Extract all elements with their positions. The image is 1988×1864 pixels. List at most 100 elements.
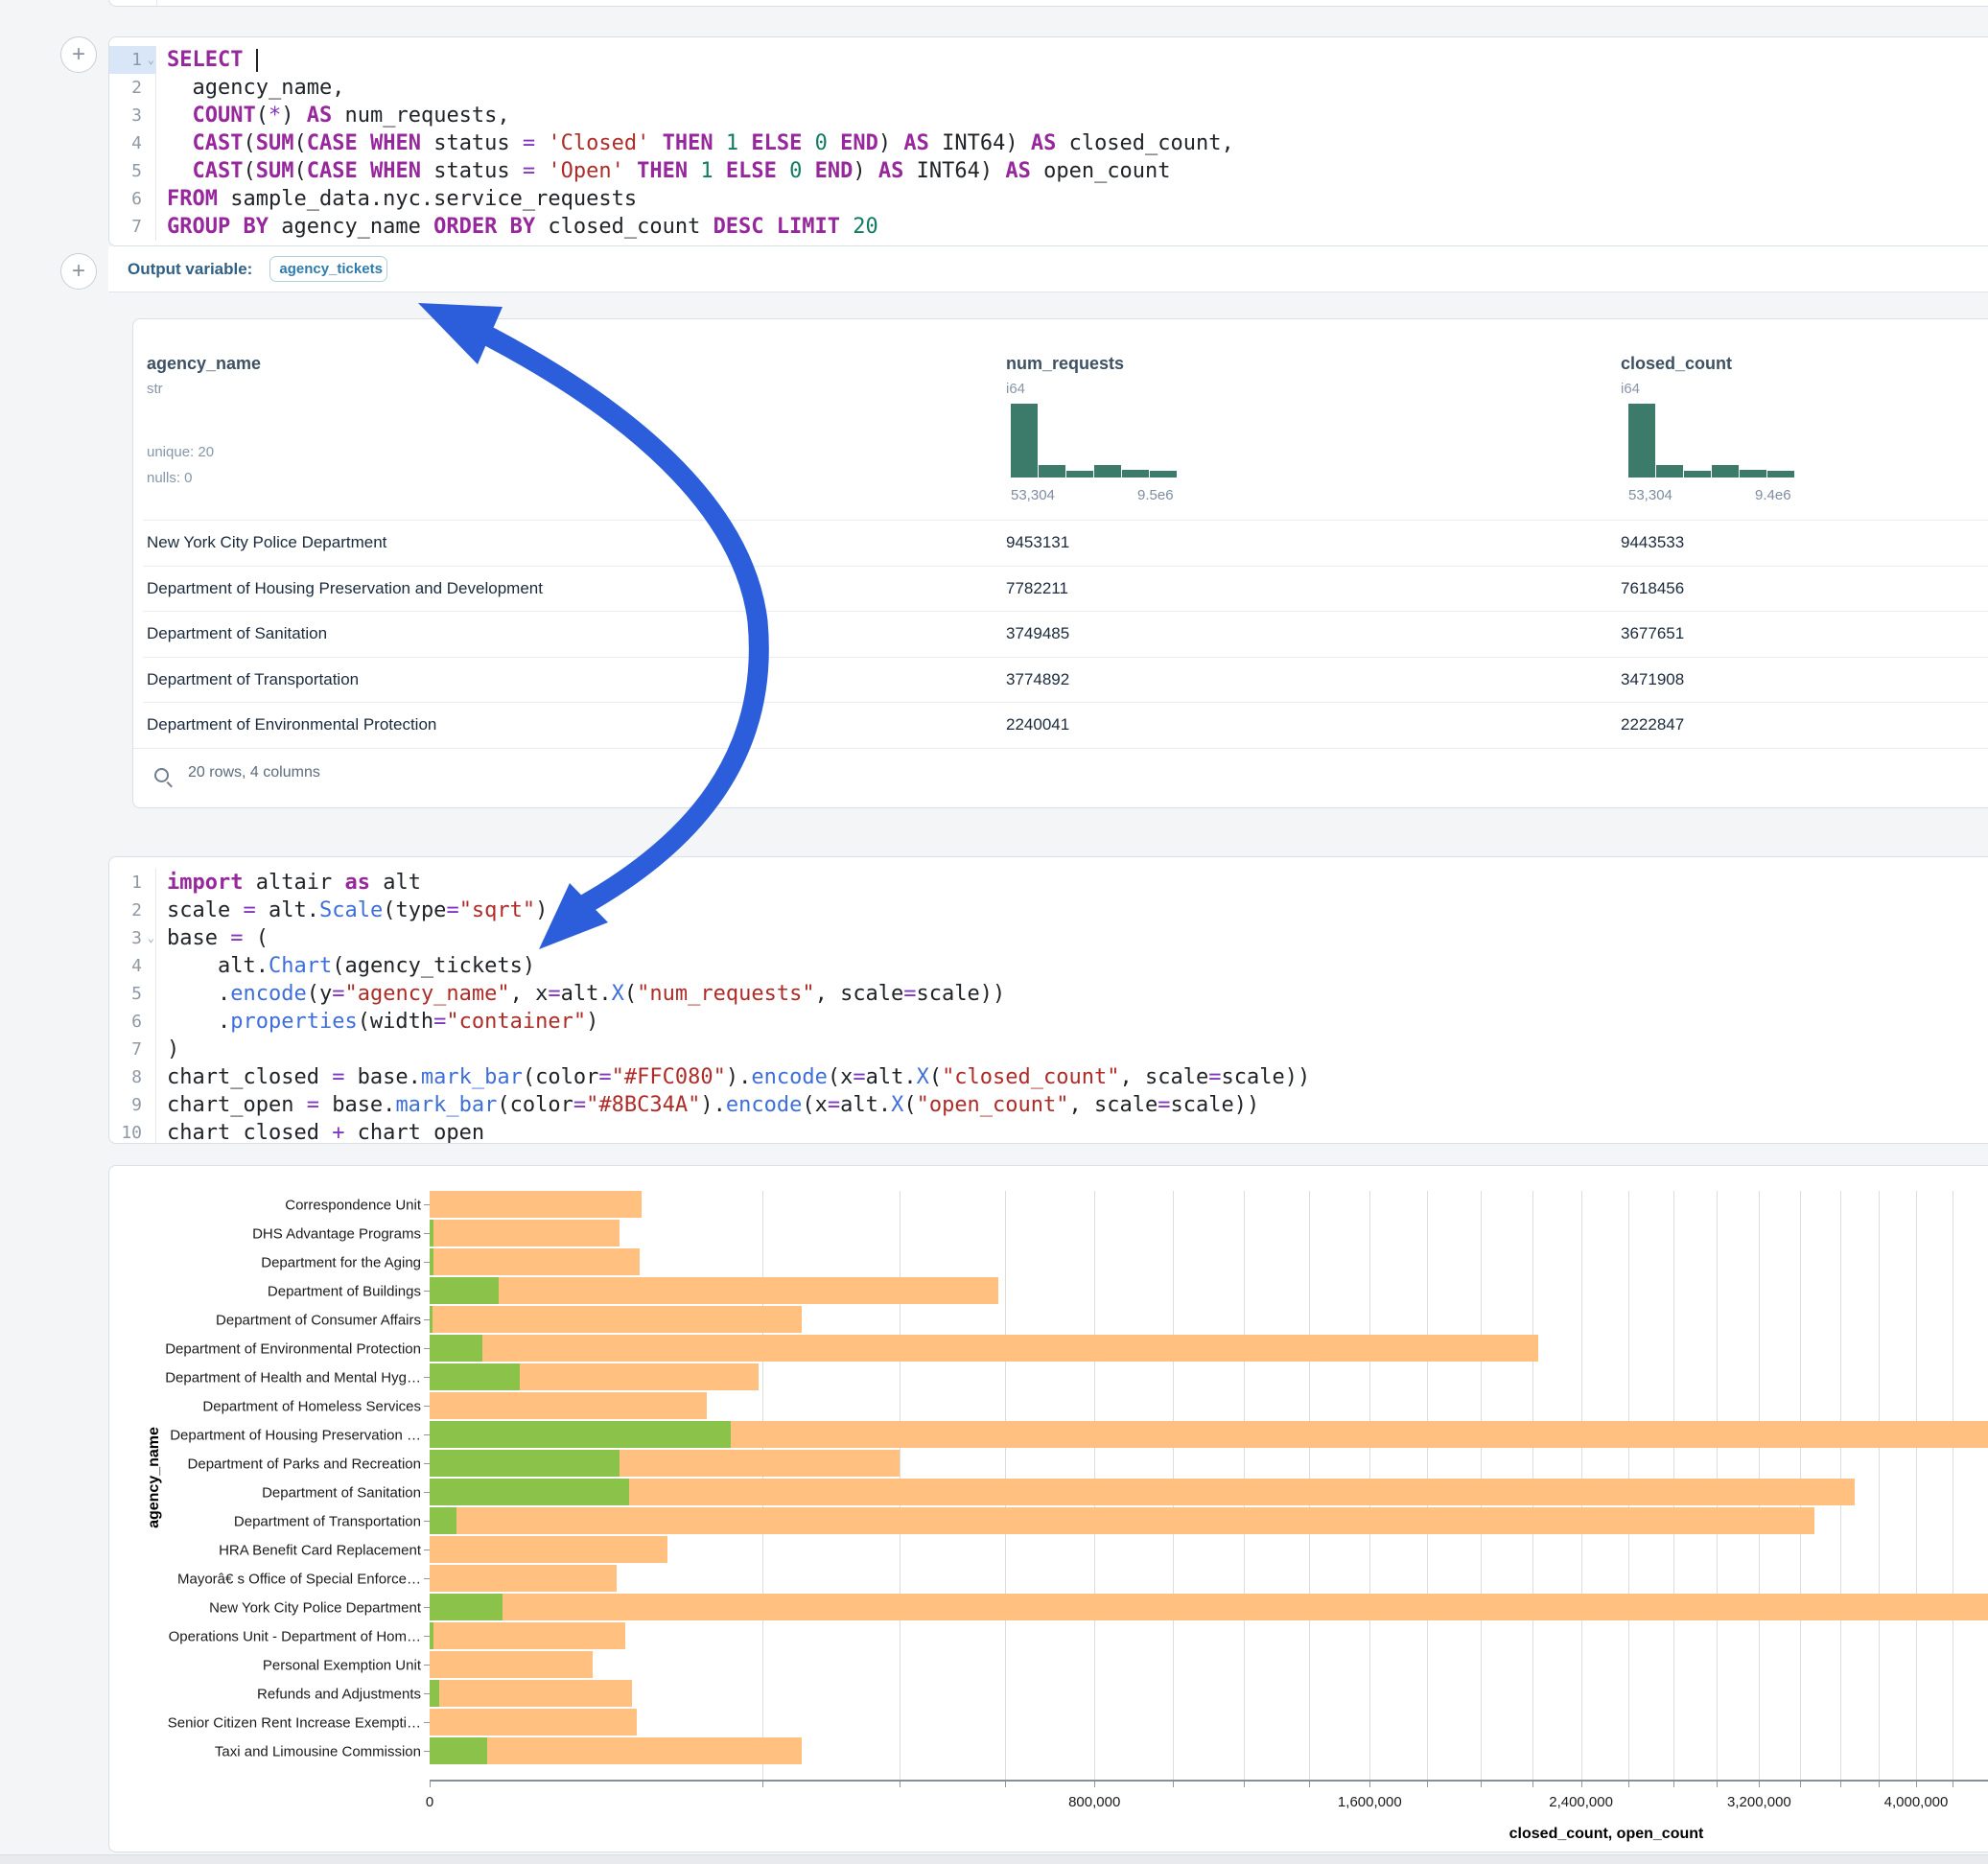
code-text: ) [156, 1036, 179, 1063]
table-row-count: 20 rows, 4 columns [188, 764, 320, 781]
y-tick [424, 1549, 430, 1550]
y-tick [424, 1492, 430, 1493]
open_count-bar [430, 1680, 439, 1707]
table-cell: 3471908 [1621, 670, 1684, 689]
python-cell-editor[interactable]: 1import altair as alt2scale = alt.Scale(… [108, 856, 1988, 1144]
line-number: 2 [109, 74, 156, 102]
x-tick [1628, 1782, 1629, 1787]
y-tick [424, 1578, 430, 1579]
column-header[interactable]: agency_name [147, 354, 261, 374]
chart-bar-row [430, 1680, 1988, 1707]
code-text: chart_closed + chart_open [156, 1119, 484, 1144]
table-cell: 2240041 [1006, 715, 1069, 734]
chart-x-axis-title: closed_count, open_count [1509, 1826, 1704, 1843]
chart-x-axis-line [430, 1780, 1988, 1782]
output-variable-strip: Output variable: agency_tickets [108, 246, 1988, 292]
y-axis-label: Department for the Aging [133, 1255, 421, 1271]
column-stat: nulls: 0 [147, 470, 193, 486]
code-text: .encode(y="agency_name", x=alt.X("num_re… [156, 980, 1005, 1008]
table-cell: 9453131 [1006, 533, 1069, 552]
y-tick [424, 1693, 430, 1694]
x-tick [1840, 1782, 1841, 1787]
code-line: 7GROUP BY agency_name ORDER BY closed_co… [109, 213, 1988, 241]
line-number: 1⌄ [109, 46, 156, 74]
collapse-chevron-icon[interactable]: ⌄ [148, 46, 154, 74]
y-tick [424, 1377, 430, 1378]
closed_count-bar [430, 1306, 802, 1333]
code-text: import altair as alt [156, 869, 421, 897]
add-cell-button[interactable]: + [60, 253, 97, 290]
y-axis-label: Department of Sanitation [133, 1485, 421, 1502]
y-axis-label: Department of Consumer Affairs [133, 1313, 421, 1329]
previous-cell-fragment [108, 0, 1988, 7]
line-number: 9 [109, 1091, 156, 1119]
open_count-bar [430, 1421, 731, 1448]
x-tick [1427, 1782, 1428, 1787]
x-tick [1244, 1782, 1245, 1787]
histogram-max-label: 9.5e6 [1137, 487, 1174, 503]
sql-cell-editor[interactable]: 1⌄SELECT 2 agency_name,3 COUNT(*) AS num… [108, 36, 1988, 246]
closed_count-bar [430, 1536, 667, 1563]
x-axis-label: 0 [426, 1794, 433, 1810]
line-number: 6 [109, 1008, 156, 1036]
y-tick [424, 1463, 430, 1464]
chart-bar-row [430, 1191, 1988, 1218]
x-tick [1916, 1782, 1917, 1787]
histogram-bar [1039, 465, 1065, 478]
code-text: GROUP BY agency_name ORDER BY closed_cou… [156, 213, 878, 241]
x-tick [1581, 1782, 1582, 1787]
open_count-bar [430, 1737, 487, 1764]
x-axis-label: 3,200,000 [1727, 1794, 1791, 1810]
chart-bar-row [430, 1536, 1988, 1563]
chart-bar-row [430, 1565, 1988, 1592]
y-axis-label: Department of Health and Mental Hyg… [133, 1370, 421, 1386]
y-tick [424, 1348, 430, 1349]
table-footer: 20 rows, 4 columns [133, 748, 1988, 808]
chart-bar-row [430, 1421, 1988, 1448]
y-axis-label: Refunds and Adjustments [133, 1687, 421, 1703]
column-header[interactable]: num_requests [1006, 354, 1124, 374]
table-row: Department of Housing Preservation and D… [143, 566, 1988, 612]
table-row: Department of Transportation 3774892 34719… [143, 657, 1988, 703]
table-cell: 7618456 [1621, 579, 1684, 598]
column-header[interactable]: closed_count [1621, 354, 1732, 374]
x-tick [1005, 1782, 1006, 1787]
chart-output: agency_name Correspondence UnitDHS Advan… [108, 1165, 1988, 1852]
histogram-bar [1656, 465, 1683, 478]
column-dtype: i64 [1621, 381, 1640, 397]
y-axis-label: Department of Homeless Services [133, 1399, 421, 1415]
table-cell: Department of Transportation [147, 670, 359, 689]
line-number: 7 [109, 213, 156, 241]
x-axis-label: 1,600,000 [1338, 1794, 1402, 1810]
y-axis-label: Department of Buildings [133, 1284, 421, 1300]
code-line: 6 .properties(width="container") [109, 1008, 1988, 1036]
code-line: 6FROM sample_data.nyc.service_requests [109, 185, 1988, 213]
output-variable-input[interactable]: agency_tickets [269, 256, 387, 282]
table-cell: 2222847 [1621, 715, 1684, 734]
x-tick [1309, 1782, 1310, 1787]
histogram-min-label: 53,304 [1011, 487, 1055, 503]
viewport-bottom-strip [0, 1854, 1988, 1864]
histogram-bar [1684, 471, 1711, 478]
chart-bar-row [430, 1306, 1988, 1333]
collapse-chevron-icon[interactable]: ⌄ [148, 924, 154, 952]
code-line: 1import altair as alt [109, 869, 1988, 897]
x-tick [1800, 1782, 1801, 1787]
y-tick [424, 1233, 430, 1234]
histogram-max-label: 9.4e6 [1755, 487, 1791, 503]
code-line: 3 COUNT(*) AS num_requests, [109, 102, 1988, 129]
table-row: Department of Sanitation37494853677651 [143, 611, 1988, 657]
open_count-bar [430, 1335, 482, 1362]
code-line: 3⌄base = ( [109, 924, 1988, 952]
table-cell: 3774892 [1006, 670, 1069, 689]
closed_count-bar [430, 1622, 625, 1649]
chart-bar-row [430, 1248, 1988, 1275]
x-tick [1673, 1782, 1674, 1787]
add-cell-button[interactable]: + [60, 36, 97, 73]
y-axis-label: Operations Unit - Department of Hom… [133, 1629, 421, 1645]
line-number: 8 [109, 1063, 156, 1091]
search-icon[interactable] [154, 768, 169, 782]
histogram-bar [1628, 404, 1655, 478]
y-axis-label: Correspondence Unit [133, 1198, 421, 1214]
open_count-bar [430, 1507, 456, 1534]
